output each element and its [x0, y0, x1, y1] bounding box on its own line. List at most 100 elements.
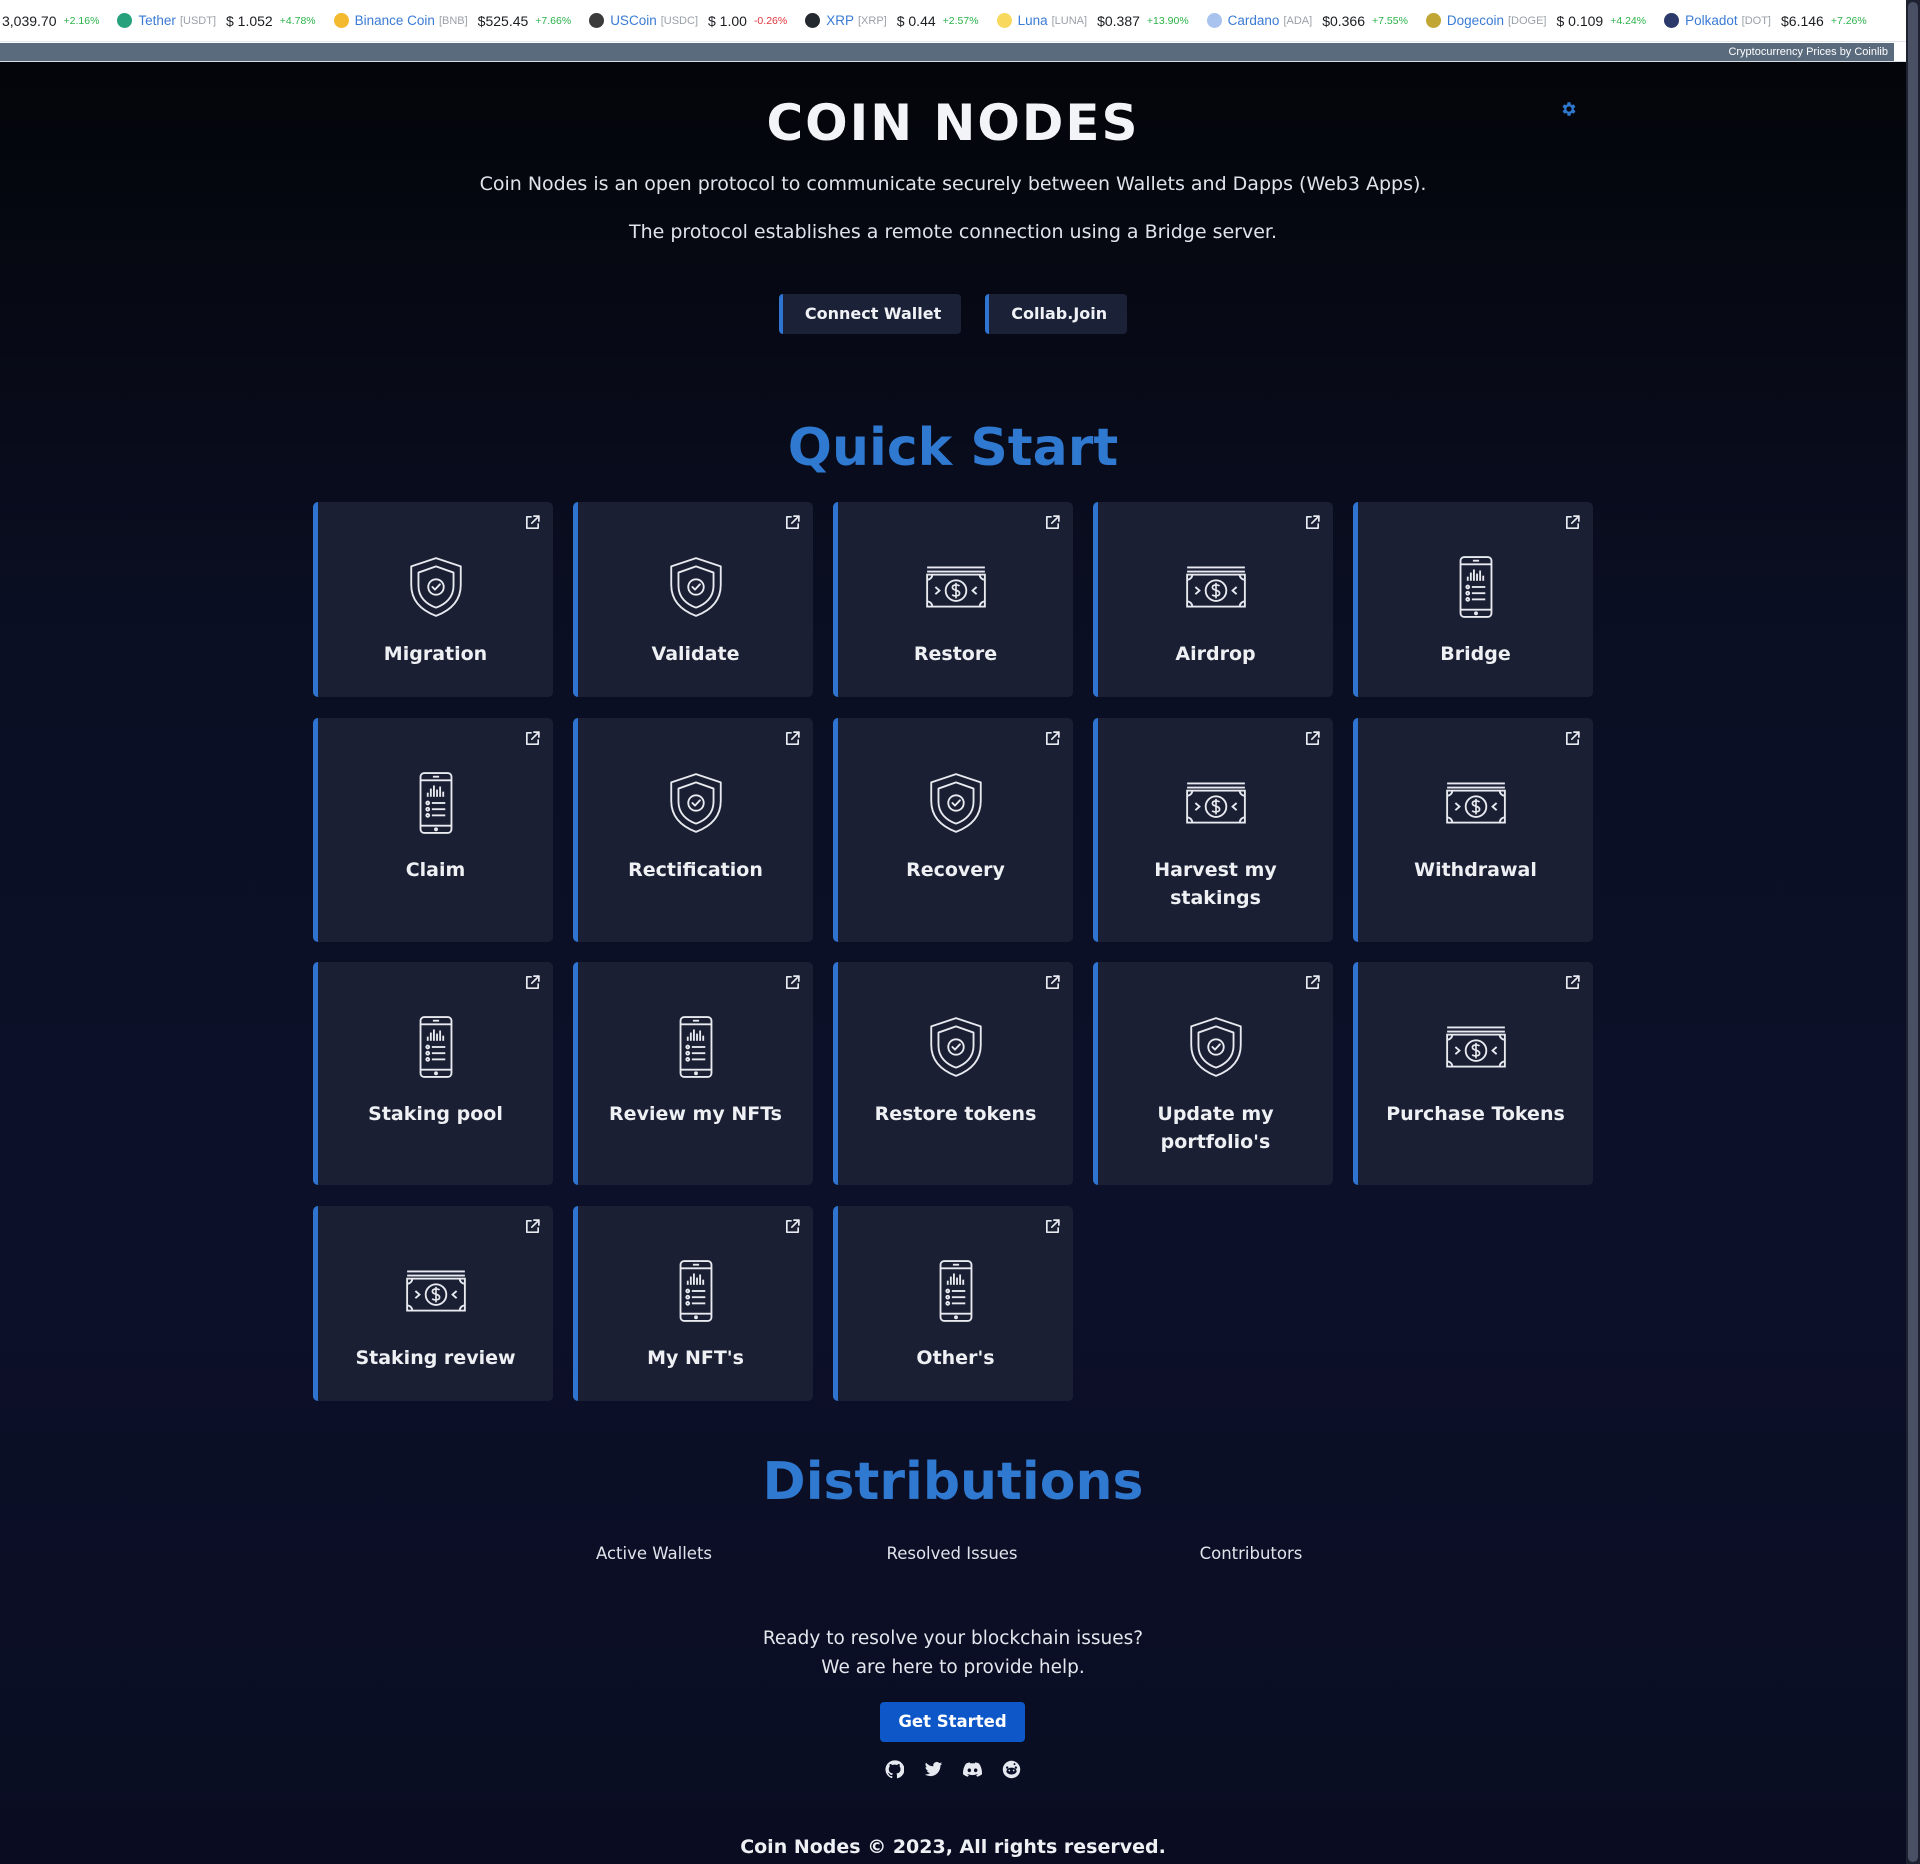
coin-logo-icon [805, 13, 821, 28]
ticker-item[interactable]: Cardano [ADA] $0.366 +7.55% [1203, 13, 1408, 29]
quick-start-card[interactable]: Update my portfolio's [1093, 962, 1333, 1185]
coin-change: +4.78% [279, 14, 316, 27]
stat-active-wallets: Active Wallets [595, 1544, 713, 1563]
external-link-icon[interactable] [524, 514, 541, 531]
card-label: Restore [913, 643, 998, 665]
quick-start-card[interactable]: Staking review [313, 1206, 553, 1401]
coin-name[interactable]: Dogecoin [1447, 13, 1504, 28]
quick-start-card[interactable]: Rectification [573, 718, 813, 942]
coin-name[interactable]: Tether [138, 13, 176, 28]
quick-start-card[interactable]: Airdrop [1093, 502, 1333, 697]
page-scrollbar[interactable] [1906, 0, 1920, 1864]
phone-icon [403, 770, 469, 836]
quick-start-card[interactable]: Withdrawal [1353, 718, 1593, 942]
external-link-icon[interactable] [1564, 730, 1581, 747]
ticker-item[interactable]: Dogecoin [DOGE] $ 0.109 +4.24% [1422, 13, 1646, 29]
coin-logo-icon [1664, 13, 1680, 28]
shield-icon [923, 1014, 989, 1080]
ticker-item[interactable]: XRP [XRP] $ 0.44 +2.57% [801, 13, 979, 29]
external-link-icon[interactable] [1564, 514, 1581, 531]
ticker-item[interactable]: Luna [LUNA] $0.387 +13.90% [993, 13, 1189, 29]
banknote-icon [1443, 1014, 1509, 1080]
collab-join-button[interactable]: Collab.Join [985, 294, 1128, 334]
banknote-icon [1183, 770, 1249, 836]
external-link-icon[interactable] [784, 1218, 801, 1235]
quick-start-card[interactable]: Migration [313, 502, 553, 697]
coin-change: +4.24% [1610, 14, 1647, 27]
coin-symbol: [DOT] [1741, 14, 1771, 27]
card-label: My NFT's [647, 1347, 744, 1369]
coin-symbol: [LUNA] [1051, 14, 1088, 27]
card-label: Staking pool [368, 1103, 503, 1125]
quick-start-card[interactable]: My NFT's [573, 1206, 813, 1401]
quick-start-card[interactable]: Restore tokens [833, 962, 1073, 1185]
external-link-icon[interactable] [524, 974, 541, 991]
external-link-icon[interactable] [1044, 1218, 1061, 1235]
phone-icon [663, 1258, 729, 1324]
coin-price: $0.366 [1322, 12, 1366, 29]
coin-price: $0.387 [1097, 12, 1140, 29]
external-link-icon[interactable] [1304, 730, 1321, 747]
coin-name[interactable]: Binance Coin [355, 13, 435, 28]
card-label: Recovery [906, 859, 1005, 881]
coin-change: +2.16% [63, 14, 100, 27]
reddit-icon[interactable] [1002, 1760, 1021, 1779]
external-link-icon[interactable] [784, 514, 801, 531]
github-icon[interactable] [885, 1760, 904, 1779]
quick-start-card[interactable]: Restore [833, 502, 1073, 697]
footer-copyright: Coin Nodes © 2023, All rights reserved. [740, 1836, 1166, 1858]
external-link-icon[interactable] [1044, 974, 1061, 991]
stat-contributors: Contributors [1199, 1544, 1303, 1563]
banknote-icon [403, 1258, 469, 1324]
quick-start-card[interactable]: Claim [313, 718, 553, 942]
card-label: Bridge [1440, 643, 1511, 665]
external-link-icon[interactable] [524, 730, 541, 747]
coin-price: 3,039.70 [2, 12, 57, 29]
external-link-icon[interactable] [1304, 974, 1321, 991]
coin-change: +2.57% [942, 14, 979, 27]
site-title: COIN NODES [766, 94, 1140, 152]
twitter-icon[interactable] [924, 1760, 943, 1779]
external-link-icon[interactable] [1304, 514, 1321, 531]
coin-name[interactable]: USCoin [610, 13, 657, 28]
external-link-icon[interactable] [1564, 974, 1581, 991]
connect-wallet-button[interactable]: Connect Wallet [778, 294, 962, 334]
external-link-icon[interactable] [1044, 514, 1061, 531]
coin-name[interactable]: Cardano [1228, 13, 1280, 28]
coin-price: $6.146 [1781, 12, 1824, 29]
discord-icon[interactable] [963, 1760, 982, 1779]
coin-logo-icon [117, 13, 133, 28]
quick-start-card[interactable]: Staking pool [313, 962, 553, 1185]
get-started-button[interactable]: Get Started [880, 1702, 1025, 1742]
social-links [0, 1760, 1906, 1779]
quick-start-card[interactable]: Bridge [1353, 502, 1593, 697]
ticker-item[interactable]: Tether [USDT] $ 1.052 +4.78% [113, 13, 316, 29]
scrollbar-thumb[interactable] [1908, 2, 1918, 1862]
ticker-credit-link[interactable]: Cryptocurrency Prices by Coinlib [0, 43, 1894, 61]
coin-price: $ 0.109 [1556, 12, 1604, 29]
external-link-icon[interactable] [524, 1218, 541, 1235]
coin-symbol: [USDT] [179, 14, 216, 27]
card-label: Claim [405, 859, 466, 881]
external-link-icon[interactable] [1044, 730, 1061, 747]
coin-name[interactable]: Luna [1018, 13, 1048, 28]
quick-start-card[interactable]: Purchase Tokens [1353, 962, 1593, 1185]
ticker-item[interactable]: Polkadot [DOT] $6.146 +7.26% [1660, 13, 1867, 29]
quick-start-card[interactable]: Validate [573, 502, 813, 697]
quick-start-card[interactable]: Other's [833, 1206, 1073, 1401]
external-link-icon[interactable] [784, 974, 801, 991]
external-link-icon[interactable] [784, 730, 801, 747]
coin-logo-icon [589, 13, 605, 28]
phone-icon [663, 1014, 729, 1080]
quick-start-card[interactable]: Review my NFTs [573, 962, 813, 1185]
coin-name[interactable]: XRP [826, 13, 854, 28]
ticker-item[interactable]: 3,039.70 +2.16% [2, 13, 99, 29]
ticker-item[interactable]: USCoin [USDC] $ 1.00 -0.26% [585, 13, 787, 29]
shield-icon [403, 554, 469, 620]
quick-start-card[interactable]: Harvest my stakings [1093, 718, 1333, 942]
card-label: Validate [651, 643, 740, 665]
coin-logo-icon [1206, 13, 1222, 28]
quick-start-card[interactable]: Recovery [833, 718, 1073, 942]
coin-name[interactable]: Polkadot [1685, 13, 1738, 28]
ticker-item[interactable]: Binance Coin [BNB] $525.45 +7.66% [330, 13, 571, 29]
